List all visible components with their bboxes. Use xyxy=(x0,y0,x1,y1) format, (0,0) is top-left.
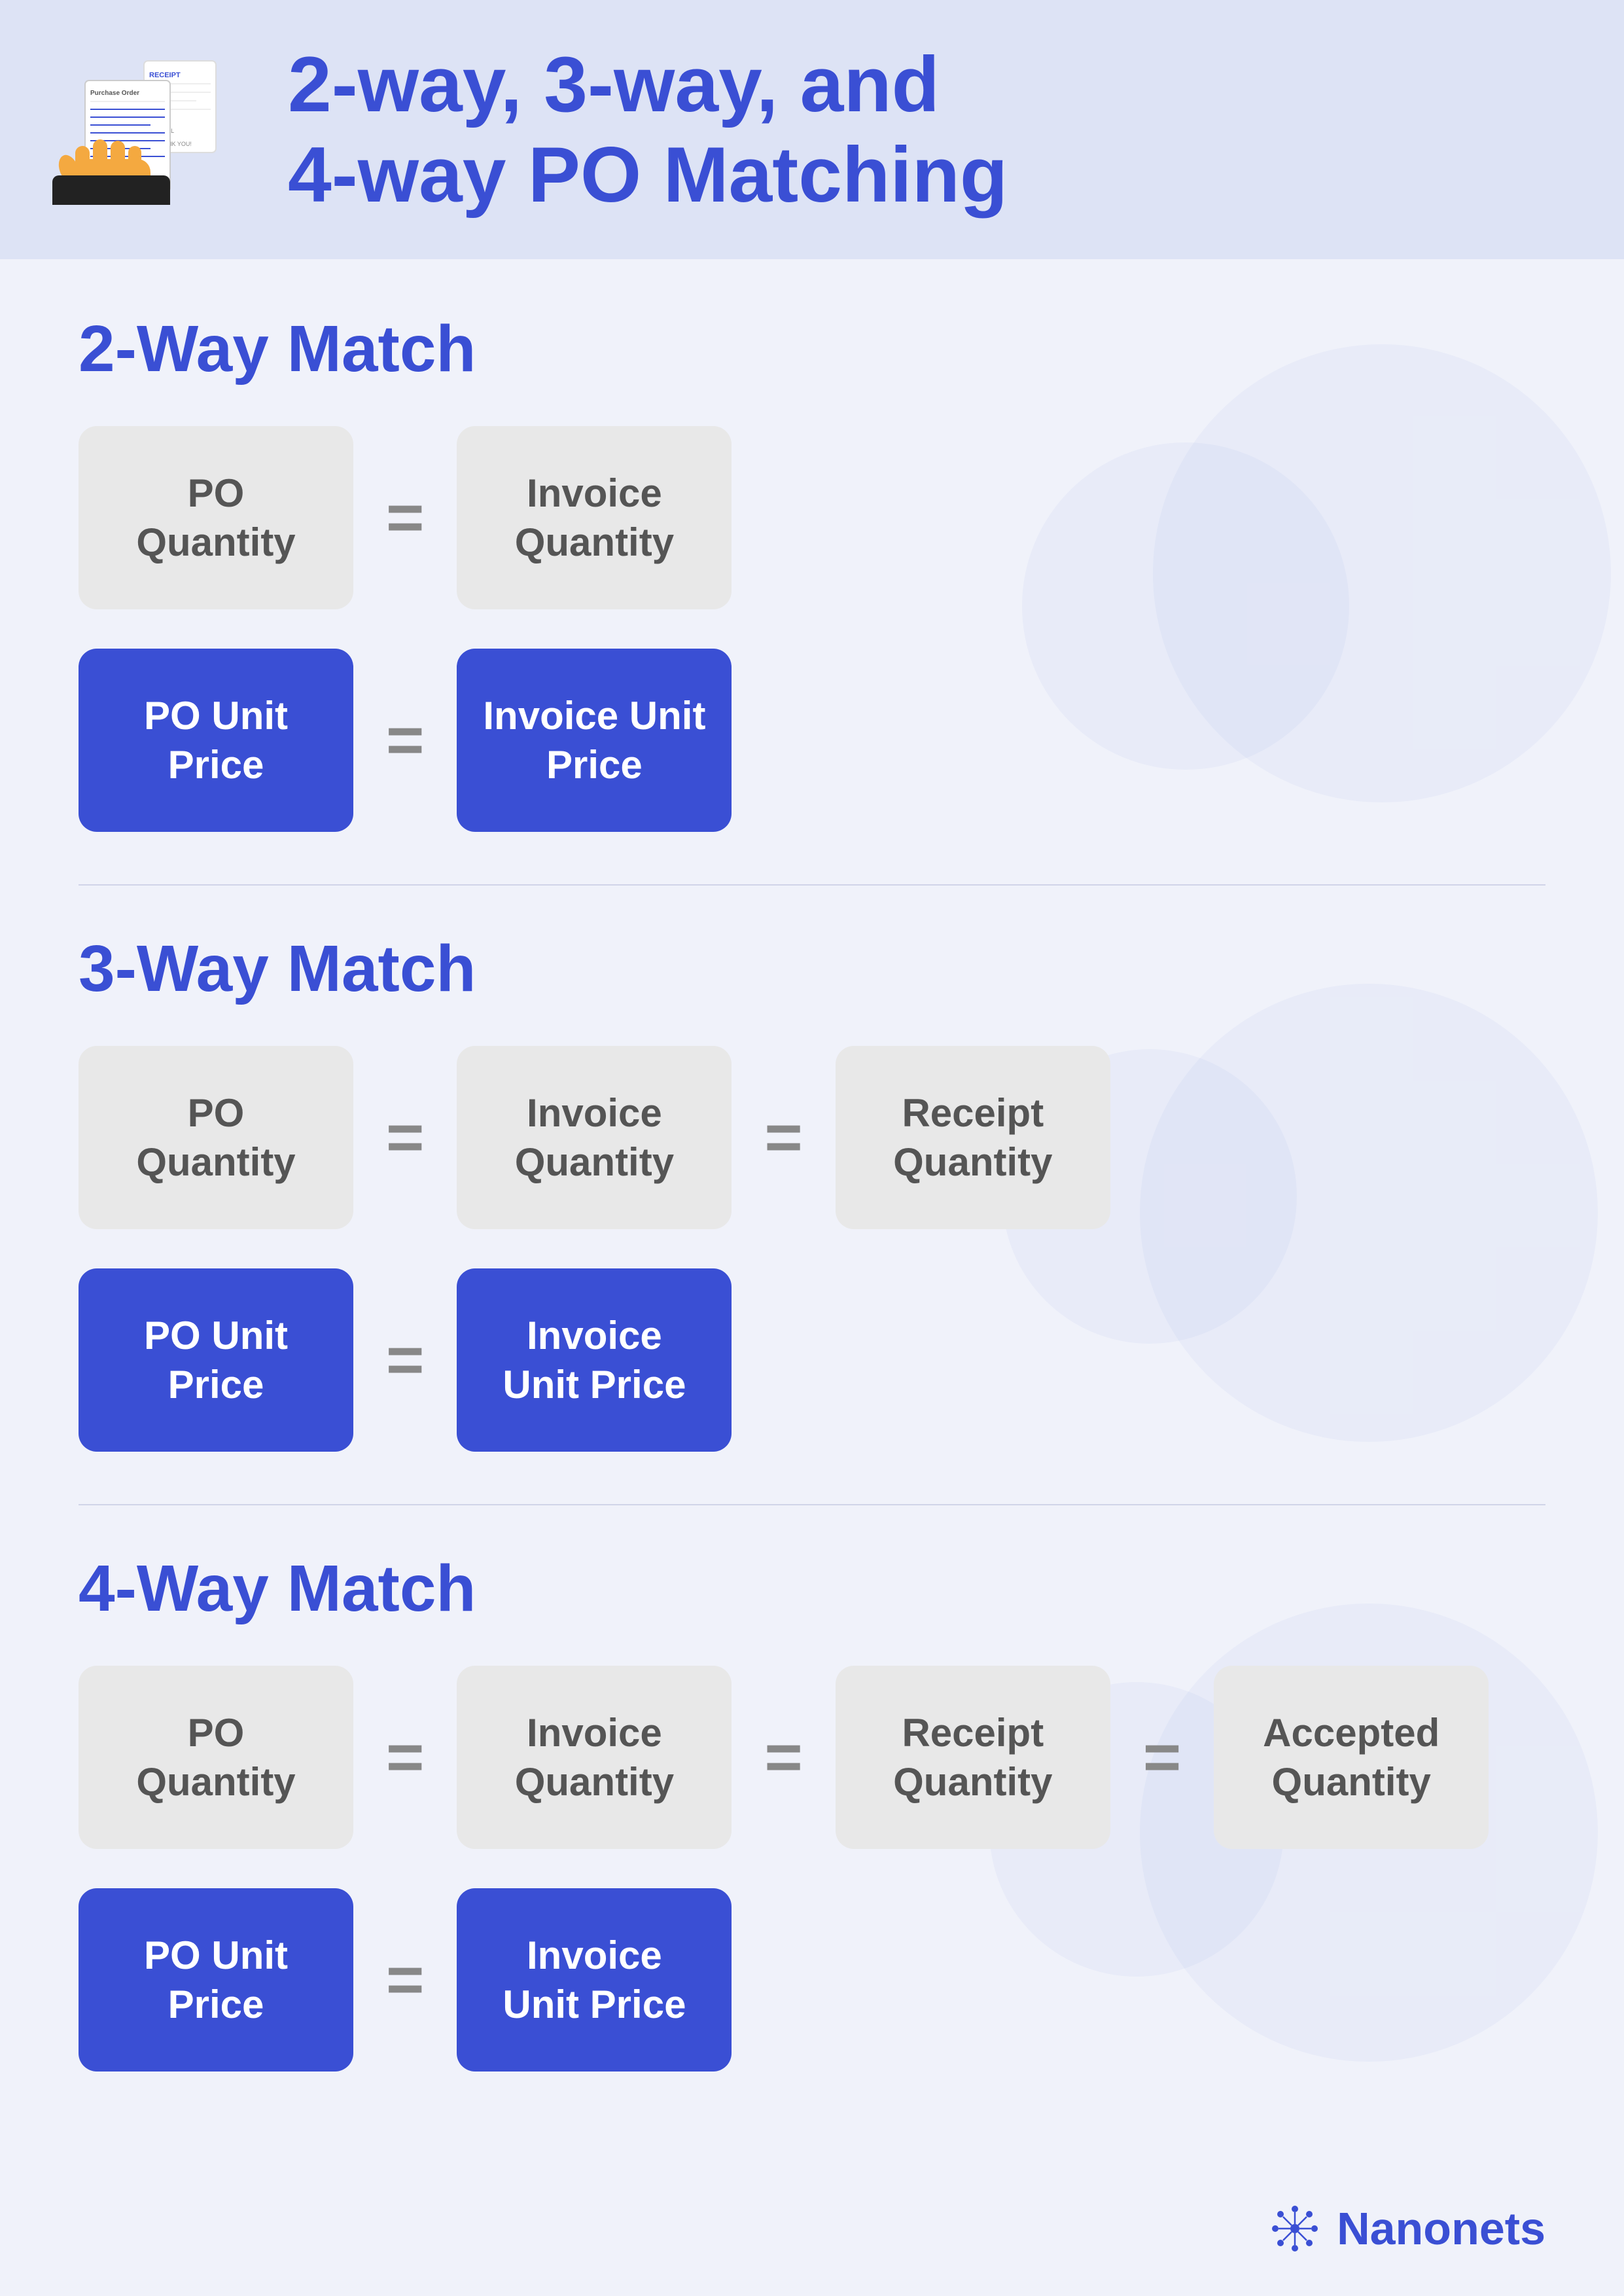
four-way-equals2: = xyxy=(758,1720,809,1795)
four-way-title: 4-Way Match xyxy=(79,1551,1545,1626)
four-way-equals4: = xyxy=(380,1943,431,2018)
four-way-row1: POQuantity = InvoiceQuantity = ReceiptQu… xyxy=(79,1666,1545,1849)
two-way-po-unit-price: PO UnitPrice xyxy=(79,649,353,832)
divider2 xyxy=(79,1504,1545,1505)
four-way-section: 4-Way Match POQuantity = InvoiceQuantity… xyxy=(79,1551,1545,2072)
three-way-equals3: = xyxy=(380,1323,431,1398)
four-way-invoice-unit-price: InvoiceUnit Price xyxy=(457,1888,732,2072)
two-way-row2: PO UnitPrice = Invoice UnitPrice xyxy=(79,649,1545,832)
three-way-section: 3-Way Match POQuantity = InvoiceQuantity… xyxy=(79,931,1545,1452)
four-way-po-unit-price: PO UnitPrice xyxy=(79,1888,353,2072)
two-way-equals2: = xyxy=(380,703,431,778)
four-way-accepted-quantity: AcceptedQuantity xyxy=(1214,1666,1489,1849)
header-text: 2-way, 3-way, and 4-way PO Matching xyxy=(288,39,1008,220)
three-way-invoice-quantity: InvoiceQuantity xyxy=(457,1046,732,1229)
three-way-po-unit-price: PO UnitPrice xyxy=(79,1268,353,1452)
two-way-title: 2-Way Match xyxy=(79,312,1545,387)
four-way-row2: PO UnitPrice = InvoiceUnit Price xyxy=(79,1888,1545,2072)
three-way-equals2: = xyxy=(758,1100,809,1175)
two-way-row1: POQuantity = InvoiceQuantity xyxy=(79,426,1545,609)
four-way-equals1: = xyxy=(380,1720,431,1795)
header: RECEIPT TOTAL THANK YOU! Purchase Order … xyxy=(0,0,1624,259)
four-way-po-quantity: POQuantity xyxy=(79,1666,353,1849)
nanonets-logo-text: Nanonets xyxy=(1337,2202,1545,2255)
svg-text:RECEIPT: RECEIPT xyxy=(149,71,181,79)
three-way-title: 3-Way Match xyxy=(79,931,1545,1007)
two-way-equals1: = xyxy=(380,480,431,556)
three-way-invoice-unit-price: InvoiceUnit Price xyxy=(457,1268,732,1452)
four-way-equals3: = xyxy=(1137,1720,1188,1795)
four-way-receipt-quantity: ReceiptQuantity xyxy=(836,1666,1110,1849)
three-way-po-quantity: POQuantity xyxy=(79,1046,353,1229)
three-way-row2: PO UnitPrice = InvoiceUnit Price xyxy=(79,1268,1545,1452)
nanonets-logo-icon xyxy=(1269,2202,1321,2255)
header-title: 2-way, 3-way, and 4-way PO Matching xyxy=(288,39,1008,220)
header-illustration: RECEIPT TOTAL THANK YOU! Purchase Order … xyxy=(52,54,249,205)
two-way-invoice-quantity: InvoiceQuantity xyxy=(457,426,732,609)
three-way-receipt-quantity: ReceiptQuantity xyxy=(836,1046,1110,1229)
two-way-section: 2-Way Match POQuantity = InvoiceQuantity… xyxy=(79,312,1545,832)
svg-text:Purchase Order: Purchase Order xyxy=(90,90,139,97)
three-way-row1: POQuantity = InvoiceQuantity = ReceiptQu… xyxy=(79,1046,1545,1229)
main-content: 2-Way Match POQuantity = InvoiceQuantity… xyxy=(0,259,1624,2176)
three-way-equals1: = xyxy=(380,1100,431,1175)
two-way-po-quantity: POQuantity xyxy=(79,426,353,609)
nanonets-logo-area: Nanonets xyxy=(0,2176,1624,2294)
two-way-invoice-unit-price: Invoice UnitPrice xyxy=(457,649,732,832)
divider1 xyxy=(79,884,1545,886)
four-way-invoice-quantity: InvoiceQuantity xyxy=(457,1666,732,1849)
